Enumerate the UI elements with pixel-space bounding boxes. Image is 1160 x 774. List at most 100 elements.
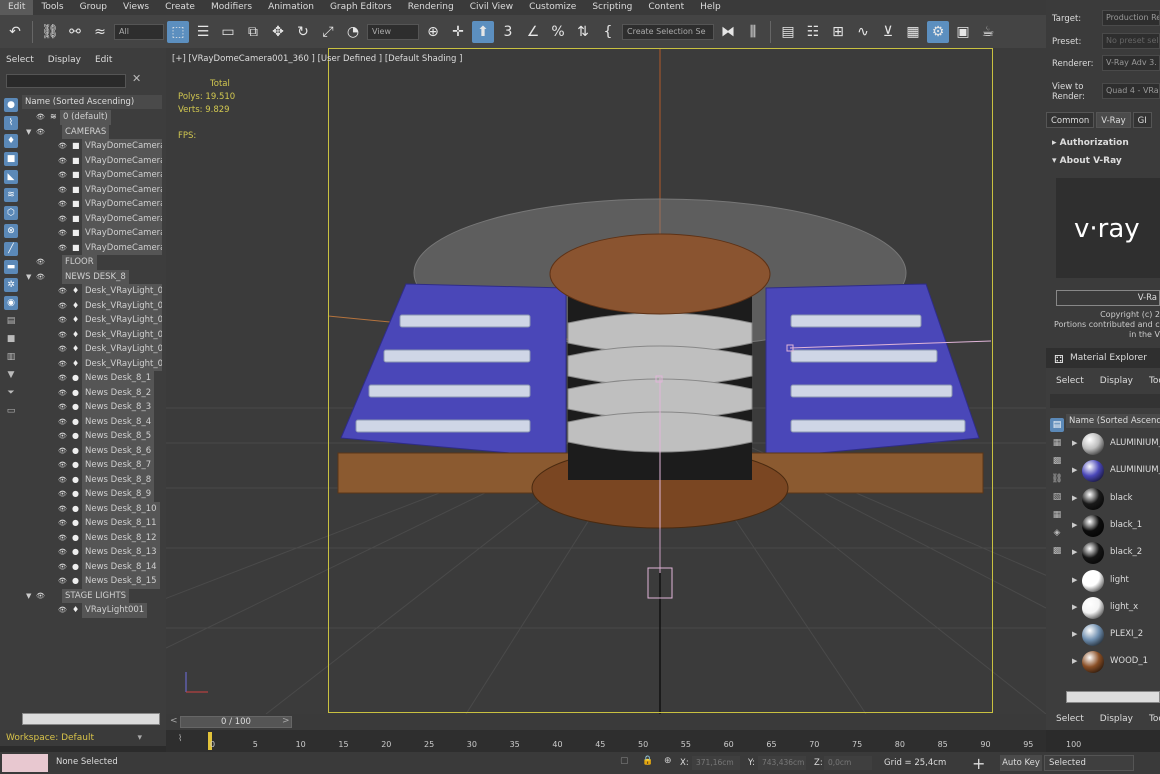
- explorer-tab-select[interactable]: Select: [6, 55, 34, 65]
- material-column-header[interactable]: Name (Sorted Ascending: [1066, 414, 1160, 428]
- chevron-right-icon[interactable]: ▶: [1072, 630, 1077, 638]
- layer-explorer-icon[interactable]: ☷: [802, 21, 824, 43]
- explorer-tab-edit[interactable]: Edit: [95, 55, 112, 65]
- material-row[interactable]: ▶ light: [1070, 569, 1160, 593]
- display-hidden-icon[interactable]: ◉: [4, 296, 18, 310]
- rotate-icon[interactable]: ↻: [292, 21, 314, 43]
- vray-info-button[interactable]: V-Ra: [1056, 290, 1160, 306]
- align-icon[interactable]: ⫼: [742, 21, 764, 43]
- eye-icon[interactable]: 👁: [58, 226, 67, 241]
- tree-row[interactable]: 👁 ● News Desk_8_5: [22, 429, 162, 444]
- timeline-ruler[interactable]: ⌇ 0 5 10 15 20 25 30 35 40 45 50 55 60 65 70 75 80 85 90 95…: [166, 730, 1081, 752]
- display-grid-icon[interactable]: ▦: [1050, 508, 1064, 522]
- display-helpers-icon[interactable]: ◣: [4, 170, 18, 184]
- mat-bottom-tab-select[interactable]: Select: [1056, 714, 1084, 724]
- material-row[interactable]: ▶ WOOD_1: [1070, 650, 1160, 674]
- eye-icon[interactable]: 👁: [58, 603, 67, 618]
- isolate-icon[interactable]: ▢: [620, 756, 629, 766]
- filter-icon[interactable]: ▼: [4, 368, 18, 382]
- tree-row[interactable]: 👁 ● News Desk_8_13: [22, 545, 162, 560]
- tree-row[interactable]: 👁 ♦Desk_VRayLight_001: [22, 284, 162, 299]
- percent-snap-icon[interactable]: %: [547, 21, 569, 43]
- tree-row[interactable]: 👁 ● News Desk_8_14: [22, 559, 162, 575]
- tree-row[interactable]: 👁 ♦Desk_VRayLight_004: [22, 327, 162, 343]
- chevron-right-icon[interactable]: ▶: [1072, 494, 1077, 502]
- select-by-name-icon[interactable]: ☰: [192, 21, 214, 43]
- eye-icon[interactable]: 👁: [58, 429, 67, 444]
- eye-icon[interactable]: 👁: [58, 328, 67, 343]
- eye-icon[interactable]: 👁: [36, 255, 45, 270]
- about-vray-rollout[interactable]: ▾ About V-Ray: [1052, 156, 1122, 166]
- eye-icon[interactable]: 👁: [58, 154, 67, 169]
- tree-row[interactable]: 👁 ● News Desk_8_12: [22, 530, 162, 545]
- eye-icon[interactable]: 👁: [58, 386, 67, 401]
- eye-icon[interactable]: 👁: [58, 197, 67, 212]
- curve-editor-mini-icon[interactable]: ⌇: [178, 734, 182, 744]
- eye-icon[interactable]: 👁: [58, 560, 67, 575]
- tree-row[interactable]: 👁 ● News Desk_8_6: [22, 443, 162, 458]
- tree-row[interactable]: 👁 ≋ 0 (default): [22, 110, 162, 125]
- eye-icon[interactable]: 👁: [58, 313, 67, 328]
- mat-bottom-tab-display[interactable]: Display: [1100, 714, 1133, 724]
- display-maps-icon[interactable]: ▦: [1050, 436, 1064, 450]
- tree-row[interactable]: 👁 ♦Desk_VRayLight_003: [22, 313, 162, 328]
- eye-icon[interactable]: 👁: [58, 545, 67, 560]
- toggle-ribbon-icon[interactable]: ⊞: [827, 21, 849, 43]
- menu-tools[interactable]: Tools: [33, 0, 71, 15]
- chevron-right-icon[interactable]: ▶: [1072, 548, 1077, 556]
- time-next-icon[interactable]: >: [282, 716, 290, 726]
- eye-icon[interactable]: 👁: [58, 139, 67, 154]
- explorer-column-header[interactable]: Name (Sorted Ascending): [22, 95, 162, 109]
- reference-coordinate-dropdown[interactable]: View: [367, 23, 419, 40]
- render-setup-icon[interactable]: ⚙: [927, 20, 949, 43]
- display-geometry-icon[interactable]: ●: [4, 98, 18, 112]
- menu-graph-editors[interactable]: Graph Editors: [322, 0, 400, 15]
- display-frozen-icon[interactable]: ✲: [4, 278, 18, 292]
- unlink-icon[interactable]: ⚯: [64, 21, 86, 43]
- tree-row[interactable]: 👁 ● News Desk_8_3: [22, 400, 162, 415]
- menu-help[interactable]: Help: [692, 0, 729, 15]
- eye-icon[interactable]: 👁: [58, 284, 67, 299]
- tree-row[interactable]: 👁 ■VRayDomeCamera00: [22, 240, 162, 255]
- chevron-right-icon[interactable]: ▶: [1072, 521, 1077, 529]
- eye-icon[interactable]: 👁: [58, 458, 67, 473]
- chevron-right-icon[interactable]: ▶: [1072, 603, 1077, 611]
- chevron-down-icon[interactable]: ▼: [26, 125, 31, 140]
- material-row[interactable]: ▶ black_1: [1070, 514, 1160, 538]
- material-horizontal-scrollbar[interactable]: [1066, 691, 1160, 703]
- preset-dropdown[interactable]: No preset sele: [1102, 33, 1160, 49]
- menu-scripting[interactable]: Scripting: [584, 0, 640, 15]
- tree-row[interactable]: 👁 ■VRayDomeCamera00: [22, 197, 162, 212]
- mat-bottom-tab-tools[interactable]: Too: [1149, 714, 1160, 724]
- transform-mode-icon[interactable]: ⊕: [664, 756, 672, 766]
- eye-icon[interactable]: 👁: [58, 212, 67, 227]
- keyboard-shortcut-override-icon[interactable]: ⬆: [472, 20, 494, 43]
- eye-icon[interactable]: 👁: [36, 589, 45, 604]
- display-scene-icon[interactable]: ▩: [1050, 454, 1064, 468]
- tree-row[interactable]: 👁 ● News Desk_8_11: [22, 516, 162, 531]
- folder-icon[interactable]: ▭: [4, 404, 18, 418]
- target-dropdown[interactable]: Production Re: [1102, 10, 1160, 26]
- tab-gi[interactable]: GI: [1132, 112, 1152, 128]
- display-cube-icon[interactable]: ◈: [1050, 526, 1064, 540]
- eye-icon[interactable]: 👁: [58, 183, 67, 198]
- tree-row[interactable]: 👁 ● News Desk_8_4: [22, 414, 162, 429]
- display-bones-icon[interactable]: ╱: [4, 242, 18, 256]
- material-row[interactable]: ▶ PLEXI_2: [1070, 623, 1160, 647]
- tab-common[interactable]: Common: [1046, 112, 1095, 128]
- eye-icon[interactable]: 👁: [36, 110, 45, 125]
- tree-row[interactable]: 👁 ● News Desk_8_9: [22, 487, 162, 502]
- edit-named-selections-icon[interactable]: {: [597, 21, 619, 43]
- eye-icon[interactable]: 👁: [58, 473, 67, 488]
- material-row[interactable]: ▶ ALUMINIUM_: [1070, 459, 1160, 483]
- display-tile-icon[interactable]: ▩: [1050, 544, 1064, 558]
- time-prev-icon[interactable]: <: [170, 716, 178, 726]
- tree-row[interactable]: 👁 ♦Desk_VRayLight_006: [22, 356, 162, 371]
- display-objects-icon[interactable]: ⛓: [1050, 472, 1064, 486]
- workspace-selector[interactable]: Workspace: Default ▾: [0, 730, 166, 746]
- lock-icon[interactable]: 🔒: [642, 756, 653, 766]
- snaps-toggle-icon[interactable]: 3: [497, 21, 519, 43]
- eye-icon[interactable]: 👁: [58, 487, 67, 502]
- chevron-right-icon[interactable]: ▶: [1072, 466, 1077, 474]
- rendered-frame-window-icon[interactable]: ▣: [952, 21, 974, 43]
